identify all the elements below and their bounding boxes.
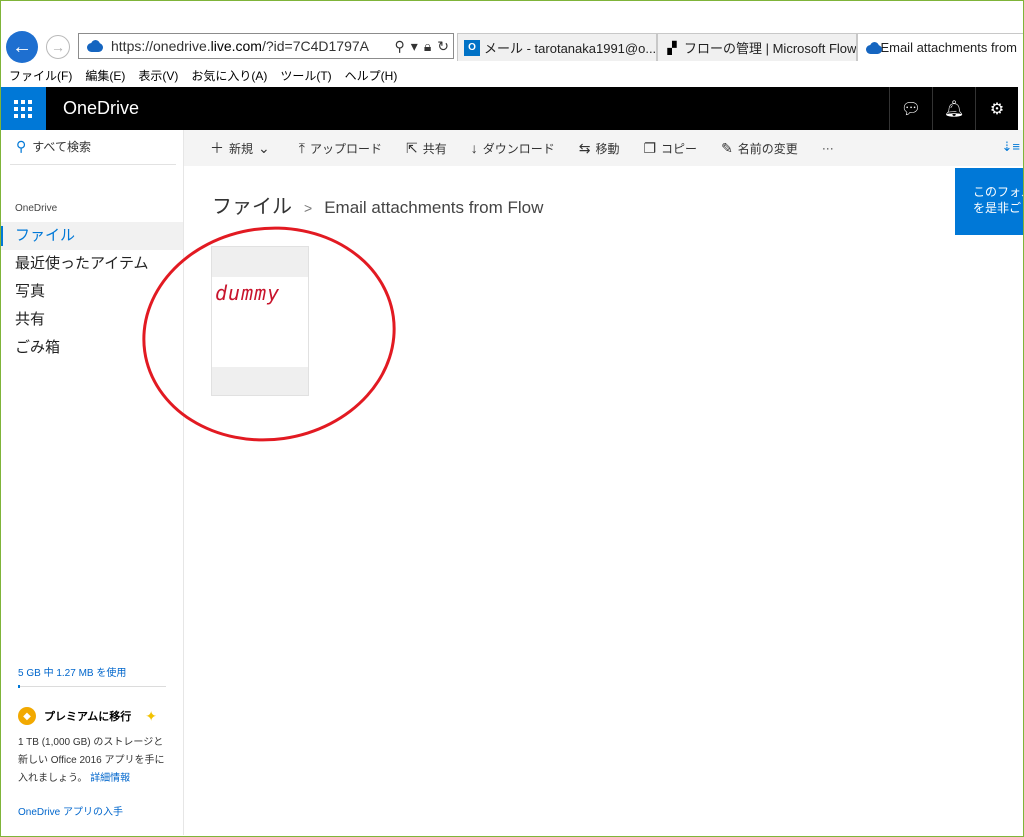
sparkle-icon: ✦ (145, 707, 157, 724)
more-button[interactable]: ··· (822, 141, 834, 155)
app-launcher-icon[interactable] (0, 87, 46, 130)
copy-icon: ❐ (643, 139, 657, 156)
refresh-icon[interactable]: ↻ (437, 38, 449, 55)
url-text[interactable]: https://onedrive.live.com/?id=7C4D1797A (111, 38, 395, 54)
storage-quota[interactable]: 5 GB 中 1.27 MB を使用 (18, 664, 126, 679)
menu-tools[interactable]: ツール(T) (280, 67, 331, 84)
download-icon: ↓ (470, 140, 478, 156)
breadcrumb: ファイル > Email attachments from Flow (212, 190, 543, 219)
browser-menu-bar: ファイル(F) 編集(E) 表示(V) お気に入り(A) ツール(T) ヘルプ(… (0, 64, 1024, 86)
premium-learn-more-link[interactable]: 詳細情報 (90, 773, 130, 784)
storage-bar (18, 685, 166, 688)
arrow-right-icon: → (51, 39, 65, 55)
arrow-left-icon: ← (12, 35, 32, 58)
menu-view[interactable]: 表示(V) (138, 67, 178, 84)
browser-tabs: O メール - tarotanaka1991@o... ▞ フローの管理 | M… (457, 33, 1024, 61)
menu-favorites[interactable]: お気に入り(A) (191, 67, 267, 84)
onedrive-header: OneDrive 💬︎ 🔔︎ ⚙ (0, 87, 1018, 130)
breadcrumb-current: Email attachments from Flow (324, 198, 544, 217)
back-button[interactable]: ← (6, 31, 38, 63)
outlook-icon: O (464, 39, 480, 56)
premium-description: 1 TB (1,000 GB) のストレージと新しい Office 2016 ア… (18, 737, 165, 784)
premium-upgrade[interactable]: ◆ プレミアムに移行 ✦ (18, 707, 157, 725)
upload-icon: ⤒ (298, 139, 305, 156)
search-icon: ⚲ (16, 138, 27, 154)
sort-icon[interactable]: ⇣≡ (1002, 139, 1020, 155)
search-all[interactable]: ⚲ すべて検索 (16, 138, 91, 155)
upload-button[interactable]: ⤒ アップロード (299, 140, 382, 157)
nav-item-shared[interactable]: 共有 (0, 306, 183, 334)
share-button[interactable]: ⇱ 共有 (406, 140, 447, 157)
breadcrumb-separator: > (304, 200, 313, 216)
menu-help[interactable]: ヘルプ(H) (345, 67, 398, 84)
bell-icon[interactable]: 🔔︎ (932, 87, 975, 130)
gear-icon[interactable]: ⚙ (975, 87, 1018, 130)
search-icon[interactable]: ⚲ (395, 38, 405, 55)
forward-button[interactable]: → (46, 35, 70, 59)
url-bar[interactable]: https://onedrive.live.com/?id=7C4D1797A … (78, 33, 454, 59)
pencil-icon: ✎ (721, 139, 733, 156)
menu-file[interactable]: ファイル(F) (9, 67, 72, 84)
teaching-bubble[interactable]: このフォル を是非ご (955, 168, 1024, 235)
tab-email-attachments[interactable]: Email attachments from (857, 33, 1024, 61)
new-button[interactable]: ＋新規 ⌄ (210, 138, 275, 158)
nav-section-label: OneDrive (15, 203, 58, 214)
onedrive-cloud-icon (85, 40, 105, 52)
left-nav: ⚲ すべて検索 OneDrive ファイル 最近使ったアイテム 写真 共有 ごみ… (0, 130, 184, 835)
share-icon: ⇱ (405, 139, 418, 156)
file-preview-text: dummy (215, 281, 281, 305)
tab-outlook-mail[interactable]: O メール - tarotanaka1991@o... (457, 33, 657, 61)
file-tile[interactable]: dummy (211, 246, 309, 396)
flow-icon: ▞ (667, 40, 677, 55)
nav-item-photos[interactable]: 写真 (0, 278, 183, 306)
dropdown-icon[interactable]: ▾ (411, 38, 418, 55)
command-bar: ＋新規 ⌄ ⤒ アップロード ⇱ 共有 ↓ ダウンロード ⇆ 移動 ❐ コピー ✎ 名前の変更… (184, 130, 1024, 166)
rename-button[interactable]: ✎ 名前の変更 (721, 140, 798, 157)
copy-button[interactable]: ❐ コピー (643, 140, 697, 157)
plus-icon: ＋ (210, 140, 224, 156)
onedrive-cloud-icon (864, 41, 883, 54)
download-button[interactable]: ↓ ダウンロード (471, 140, 555, 157)
breadcrumb-root[interactable]: ファイル (212, 190, 292, 219)
nav-item-recent[interactable]: 最近使ったアイテム (0, 250, 183, 278)
get-app-link[interactable]: OneDrive アプリの入手 (18, 803, 123, 818)
menu-edit[interactable]: 編集(E) (85, 67, 125, 84)
diamond-icon: ◆ (18, 707, 36, 725)
move-button[interactable]: ⇆ 移動 (579, 140, 620, 157)
brand-title[interactable]: OneDrive (63, 87, 139, 130)
tab-microsoft-flow[interactable]: ▞ フローの管理 | Microsoft Flow (657, 33, 857, 61)
lock-icon[interactable]: 🔒︎ (424, 38, 431, 55)
move-icon: ⇆ (578, 139, 591, 156)
chevron-down-icon: ⌄ (258, 139, 270, 156)
nav-item-files[interactable]: ファイル (0, 222, 183, 250)
feedback-icon[interactable]: 💬︎ (889, 87, 932, 130)
nav-item-recycle-bin[interactable]: ごみ箱 (0, 334, 183, 362)
